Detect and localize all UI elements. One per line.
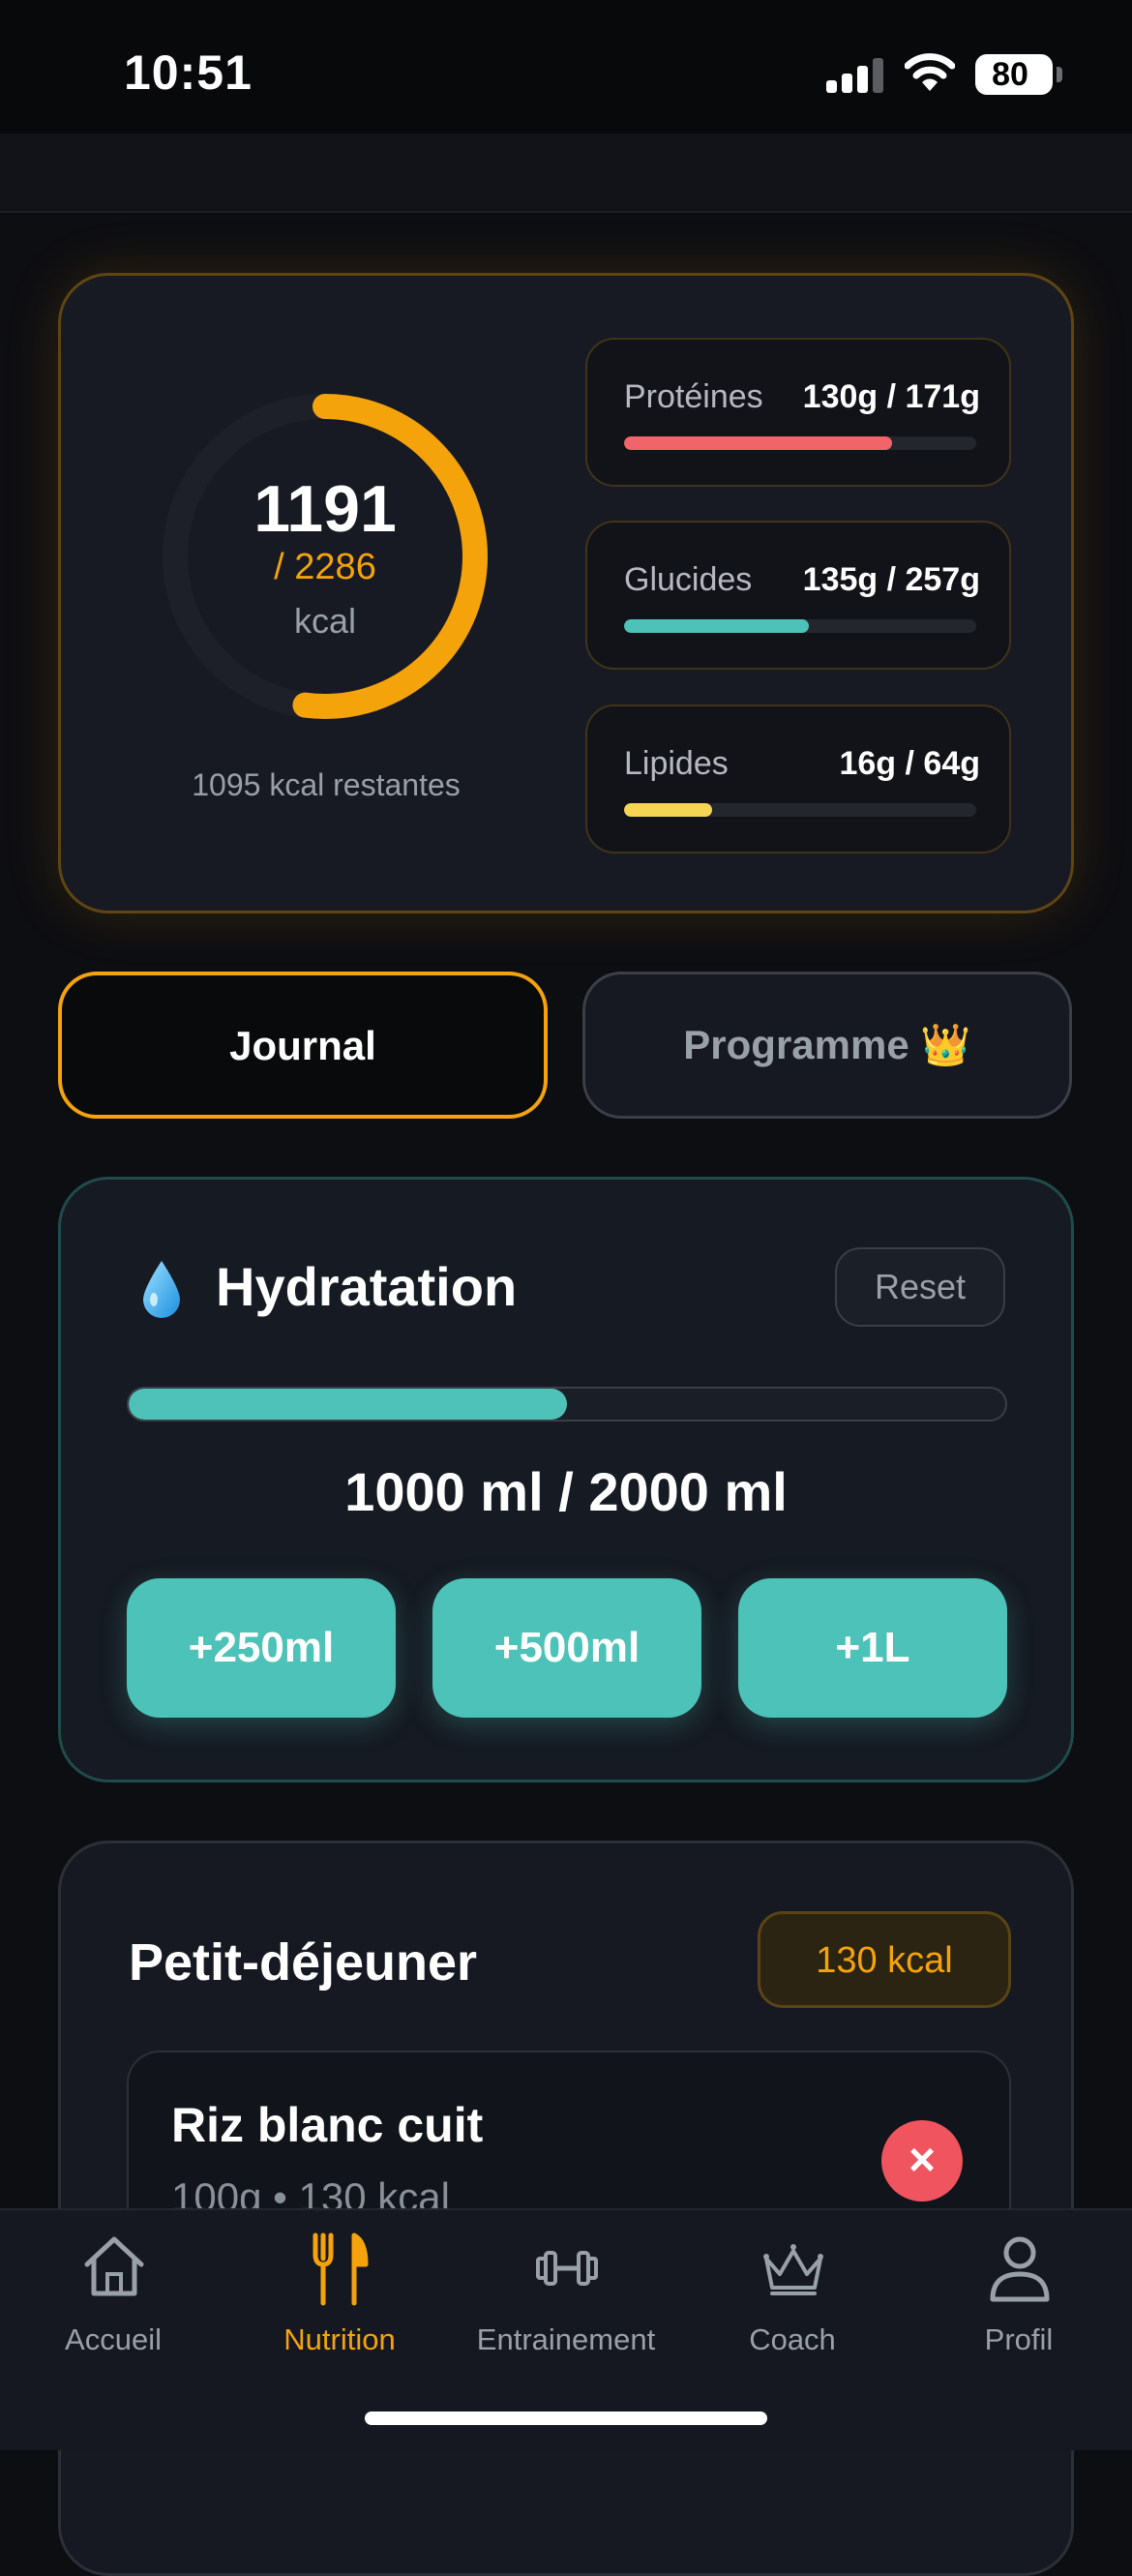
hydration-amount: 1000 ml / 2000 ml [344, 1461, 788, 1522]
utensils-icon [313, 2232, 369, 2306]
crown-icon [763, 2244, 823, 2295]
battery-level: 80 [992, 56, 1028, 93]
macro-progress-fill [624, 619, 810, 633]
meal-title: Petit-déjeuner [129, 1933, 478, 1992]
calories-remaining: 1095 kcal restantes [192, 767, 461, 802]
header-bar [0, 134, 1132, 213]
water-drop-icon [143, 1261, 180, 1318]
nav-label: Entrainement [476, 2322, 656, 2356]
macro-progress-bar [624, 619, 976, 633]
macro-proteins: Protéines 130g / 171g [585, 338, 1011, 487]
tab-journal[interactable]: Journal [58, 972, 548, 1119]
macro-label: Protéines [624, 378, 763, 415]
macro-progress-fill [624, 803, 712, 817]
nav-label: Nutrition [283, 2322, 396, 2356]
delete-food-button[interactable]: × [881, 2120, 963, 2202]
add-250ml-button[interactable]: +250ml [127, 1578, 396, 1718]
meal-calories-badge: 130 kcal [758, 1911, 1011, 2008]
macro-carbs: Glucides 135g / 257g [585, 521, 1011, 670]
food-name: Riz blanc cuit [171, 2098, 484, 2152]
hydration-progress-fill [129, 1389, 567, 1420]
signal-icon [826, 56, 884, 93]
tab-programme[interactable]: Programme 👑 [582, 972, 1072, 1119]
nav-item-entrainement[interactable]: Entrainement [453, 2210, 679, 2404]
nav-label: Accueil [65, 2322, 162, 2356]
reset-button[interactable]: Reset [835, 1247, 1005, 1327]
nav-item-profil[interactable]: Profil [906, 2210, 1132, 2404]
nav-label: Profil [984, 2322, 1054, 2356]
nav-label: Coach [749, 2322, 836, 2356]
nav-item-nutrition[interactable]: Nutrition [226, 2210, 453, 2404]
add-1l-button[interactable]: +1L [738, 1578, 1007, 1718]
hydration-title: Hydratation [216, 1256, 518, 1317]
user-icon [990, 2236, 1050, 2302]
macro-label: Lipides [624, 745, 729, 782]
dumbbell-icon [536, 2251, 598, 2286]
home-icon [84, 2236, 144, 2296]
status-bar: 10:51 80 [0, 0, 1132, 134]
calories-unit: kcal [293, 601, 357, 641]
wifi-icon [905, 53, 955, 91]
macro-value: 16g / 64g [839, 745, 980, 782]
macro-value: 130g / 171g [802, 378, 980, 415]
battery-icon: 80 [975, 54, 1062, 95]
nav-item-accueil[interactable]: Accueil [0, 2210, 226, 2404]
macro-progress-fill [624, 436, 892, 450]
calories-consumed: 1191 [253, 472, 397, 546]
nutrition-summary-card: 1191 / 2286 kcal 1095 kcal restantes Pro… [58, 273, 1074, 914]
macro-label: Glucides [624, 561, 753, 598]
macro-fats: Lipides 16g / 64g [585, 704, 1011, 854]
macro-value: 135g / 257g [802, 561, 980, 598]
hydration-progress-bar [127, 1387, 1007, 1422]
hydration-card: Hydratation Reset 1000 ml / 2000 ml +250… [58, 1177, 1074, 1782]
home-indicator [365, 2411, 767, 2425]
add-500ml-button[interactable]: +500ml [432, 1578, 701, 1718]
status-time: 10:51 [124, 45, 253, 100]
nav-item-coach[interactable]: Coach [679, 2210, 906, 2404]
macro-progress-bar [624, 803, 976, 817]
macro-progress-bar [624, 436, 976, 450]
calories-goal: / 2286 [274, 547, 376, 587]
